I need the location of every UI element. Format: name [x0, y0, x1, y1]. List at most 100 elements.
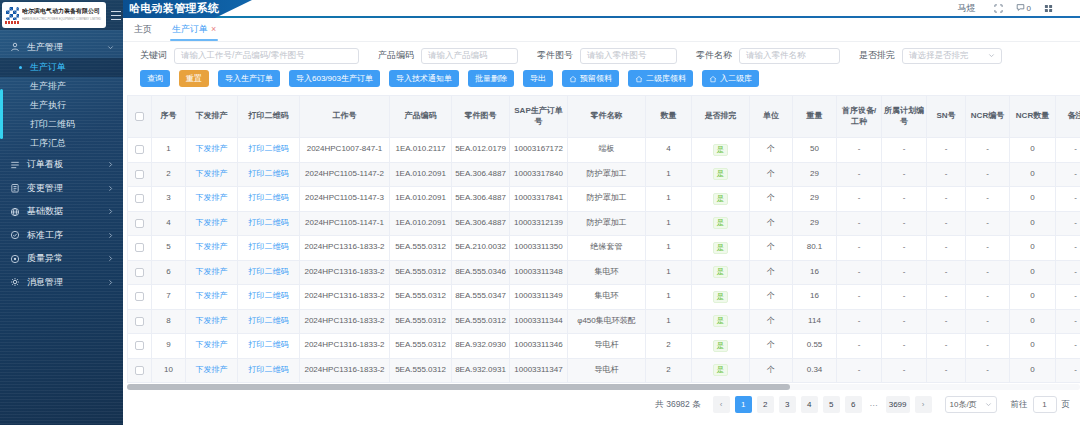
- collapse-menu-icon[interactable]: [111, 11, 121, 20]
- part-name-input[interactable]: 请输入零件名称: [739, 48, 840, 64]
- cell-first-equip: -: [837, 187, 882, 211]
- import-production-order-button[interactable]: 导入生产订单: [218, 70, 280, 87]
- user-name[interactable]: 马煜: [958, 2, 976, 15]
- cell-part-drawing-no: 5EA.306.4887: [452, 163, 510, 187]
- into-secondary-store-button[interactable]: 入二级库: [702, 70, 759, 87]
- secondary-store-pick-button[interactable]: 二级库领料: [628, 70, 693, 87]
- send-schedule-link[interactable]: 下发排产: [196, 267, 228, 278]
- send-schedule-link[interactable]: 下发排产: [196, 291, 228, 302]
- messages-icon[interactable]: 0: [1016, 3, 1031, 14]
- send-schedule-link[interactable]: 下发排产: [196, 193, 228, 204]
- print-qr-link[interactable]: 打印二维码: [249, 365, 289, 376]
- row-checkbox[interactable]: [135, 219, 144, 228]
- home-icon: [569, 75, 577, 83]
- product-code-input[interactable]: 请输入产品编码: [421, 48, 518, 64]
- tab-home[interactable]: 主页: [132, 18, 154, 42]
- print-qr-link[interactable]: 打印二维码: [249, 316, 289, 327]
- filter-part-drawing-no: 零件图号请输入零件图号: [537, 48, 677, 64]
- sidebar-subitem-print-qrcode[interactable]: 打印二维码: [0, 115, 123, 134]
- row-checkbox[interactable]: [135, 145, 144, 154]
- sidebar-item-base-data[interactable]: 基础数据: [0, 200, 123, 224]
- page-button-2[interactable]: 2: [757, 396, 774, 413]
- warning-circle-icon: [9, 253, 20, 264]
- sidebar-item-change-management[interactable]: 变更管理: [0, 177, 123, 201]
- print-qr-link[interactable]: 打印二维码: [249, 242, 289, 253]
- cell-seq: 2: [152, 163, 186, 187]
- row-checkbox[interactable]: [135, 268, 144, 277]
- print-qr-link[interactable]: 打印二维码: [249, 218, 289, 229]
- send-schedule-link[interactable]: 下发排产: [196, 340, 228, 351]
- sidebar-subitem-production-order[interactable]: 生产订单: [0, 58, 123, 77]
- sidebar-item-quality-exception[interactable]: 质量异常: [0, 247, 123, 271]
- row-checkbox[interactable]: [135, 194, 144, 203]
- sidebar-subitem-production-execution[interactable]: 生产执行: [0, 96, 123, 115]
- send-schedule-link[interactable]: 下发排产: [196, 169, 228, 180]
- prev-page-button[interactable]: ‹: [713, 396, 730, 413]
- row-checkbox[interactable]: [135, 170, 144, 179]
- cell-part-drawing-no: 5EA.210.0032: [452, 236, 510, 260]
- send-schedule-link[interactable]: 下发排产: [196, 365, 228, 376]
- tab-production-order[interactable]: 生产订单×: [170, 18, 218, 42]
- row-checkbox[interactable]: [135, 341, 144, 350]
- print-qr-link[interactable]: 打印二维码: [249, 291, 289, 302]
- scheduled-select[interactable]: 请选择是否排完: [902, 48, 1002, 64]
- page-size-select[interactable]: 10条/页: [945, 396, 997, 413]
- page-button-4[interactable]: 4: [801, 396, 818, 413]
- sidebar-item-message-management[interactable]: 消息管理: [0, 271, 123, 295]
- part-drawing-no-input[interactable]: 请输入零件图号: [580, 48, 677, 64]
- send-schedule-link[interactable]: 下发排产: [196, 144, 228, 155]
- chevron-right-icon: [107, 185, 114, 192]
- apps-grid-icon[interactable]: [1044, 4, 1053, 13]
- cell-unit: 个: [750, 261, 793, 285]
- sidebar-scrollbar-thumb[interactable]: [0, 89, 3, 139]
- reserve-material-button[interactable]: 预留领料: [562, 70, 619, 87]
- row-checkbox[interactable]: [135, 366, 144, 375]
- cell-scheduled: 是: [692, 334, 750, 358]
- page-button-3699[interactable]: 3699: [886, 396, 910, 413]
- sidebar-item-production-management[interactable]: 生产管理: [0, 36, 123, 58]
- import-603-903-button[interactable]: 导入603/903生产订单: [289, 70, 380, 87]
- export-button[interactable]: 导出: [523, 70, 553, 87]
- goto-page-input[interactable]: [1033, 396, 1057, 413]
- import-tech-notice-button[interactable]: 导入技术通知单: [389, 70, 459, 87]
- cell-first-equip: -: [837, 138, 882, 162]
- sidebar-item-order-board[interactable]: 订单看板: [0, 153, 123, 177]
- page-button-3[interactable]: 3: [779, 396, 796, 413]
- row-checkbox[interactable]: [135, 243, 144, 252]
- send-schedule-link[interactable]: 下发排产: [196, 316, 228, 327]
- cell-unit: 个: [750, 212, 793, 236]
- batch-delete-button[interactable]: 批量删除: [468, 70, 514, 87]
- close-tab-icon[interactable]: ×: [211, 25, 216, 34]
- page-button-5[interactable]: 5: [823, 396, 840, 413]
- page-button-1[interactable]: 1: [735, 396, 752, 413]
- next-page-button[interactable]: ›: [915, 396, 932, 413]
- keyword-input[interactable]: 请输入工作号/产品编码/零件图号: [174, 48, 359, 64]
- cell-ncr-no: -: [966, 138, 1010, 162]
- select-all-checkbox[interactable]: [135, 112, 144, 121]
- send-schedule-link[interactable]: 下发排产: [196, 218, 228, 229]
- scrollbar-thumb[interactable]: [127, 384, 790, 390]
- row-checkbox[interactable]: [135, 292, 144, 301]
- cell-product-code: 5EA.555.0312: [390, 359, 452, 383]
- cell-select: [128, 236, 152, 260]
- print-qr-link[interactable]: 打印二维码: [249, 144, 289, 155]
- send-schedule-link[interactable]: 下发排产: [196, 242, 228, 253]
- print-qr-link[interactable]: 打印二维码: [249, 267, 289, 278]
- cell-print-qr: 打印二维码: [238, 212, 300, 236]
- print-qr-link[interactable]: 打印二维码: [249, 193, 289, 204]
- cell-plan-no: -: [882, 359, 927, 383]
- sidebar-subitem-process-summary[interactable]: 工序汇总: [0, 134, 123, 153]
- print-qr-link[interactable]: 打印二维码: [249, 340, 289, 351]
- print-qr-link[interactable]: 打印二维码: [249, 169, 289, 180]
- reset-button[interactable]: 重置: [179, 70, 209, 87]
- cell-send-schedule: 下发排产: [186, 236, 238, 260]
- row-checkbox[interactable]: [135, 317, 144, 326]
- fullscreen-icon[interactable]: [994, 4, 1003, 13]
- cell-remark: -: [1056, 236, 1080, 260]
- sidebar-subitem-production-scheduling[interactable]: 生产排产: [0, 77, 123, 96]
- page-button-6[interactable]: 6: [845, 396, 862, 413]
- cell-plan-no: -: [882, 285, 927, 309]
- sidebar-item-standard-process[interactable]: 标准工序: [0, 224, 123, 248]
- page-ellipsis[interactable]: ···: [867, 400, 881, 410]
- search-button[interactable]: 查询: [140, 70, 170, 87]
